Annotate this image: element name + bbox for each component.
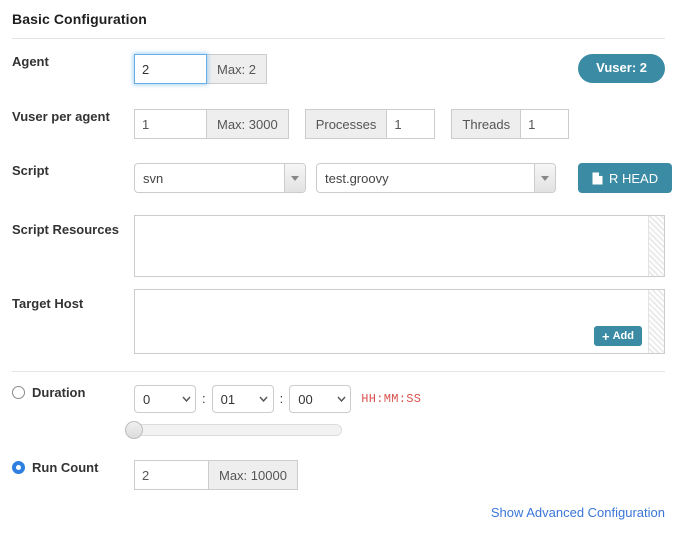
chevron-down-icon — [255, 396, 273, 402]
target-host-scrollbar[interactable] — [648, 290, 664, 353]
duration-hours-select[interactable]: 0 — [134, 385, 196, 413]
document-icon — [592, 172, 603, 185]
run-count-radio-group[interactable]: Run Count — [12, 460, 134, 475]
threads-label: Threads — [451, 109, 521, 139]
threads-input[interactable] — [520, 109, 570, 139]
processes-input-group: Processes — [304, 109, 436, 139]
duration-divider — [12, 371, 665, 372]
agent-max-addon: Max: 2 — [207, 54, 268, 84]
plus-icon: + — [602, 328, 610, 344]
agent-label: Agent — [12, 54, 49, 69]
add-target-host-button[interactable]: + Add — [594, 326, 642, 346]
processes-input[interactable] — [386, 109, 436, 139]
duration-radio-group[interactable]: Duration — [12, 385, 134, 400]
agent-row: Agent Max: 2 Vuser: 2 — [12, 54, 665, 96]
vuser-per-agent-input-group: Max: 3000 — [134, 109, 289, 139]
script-resources-label: Script Resources — [12, 222, 119, 237]
vuser-per-agent-label: Vuser per agent — [12, 109, 110, 124]
script-scm-value: svn — [143, 170, 164, 186]
add-target-host-label: Add — [612, 330, 634, 342]
script-scm-select[interactable]: svn — [134, 163, 306, 193]
run-count-row: Run Count Max: 10000 — [12, 460, 665, 490]
script-file-value: test.groovy — [325, 170, 389, 186]
run-count-input[interactable] — [134, 460, 209, 490]
duration-format-hint: HH:MM:SS — [361, 392, 422, 406]
agent-input-group: Max: 2 — [134, 54, 268, 84]
script-resources-row: Script Resources — [12, 215, 665, 277]
run-count-radio[interactable] — [12, 461, 25, 474]
chevron-down-icon — [332, 396, 350, 402]
duration-label: Duration — [32, 385, 86, 400]
page-title: Basic Configuration — [12, 11, 147, 27]
title-divider — [12, 38, 665, 39]
script-resources-value — [135, 216, 664, 276]
agent-input[interactable] — [134, 54, 207, 84]
target-host-row: Target Host + Add — [12, 289, 665, 354]
target-host-label: Target Host — [12, 296, 84, 311]
duration-minutes-select[interactable]: 01 — [211, 385, 274, 413]
script-row: Script svn test.groovy R HEAD — [12, 163, 673, 207]
vuser-per-agent-input[interactable] — [134, 109, 207, 139]
target-host-textarea[interactable]: + Add — [134, 289, 665, 354]
run-count-label: Run Count — [32, 460, 99, 475]
r-head-button[interactable]: R HEAD — [578, 163, 673, 193]
duration-colon-1: : — [202, 391, 206, 406]
threads-input-group: Threads — [451, 109, 570, 139]
target-host-value — [135, 290, 664, 353]
vuser-per-agent-row: Vuser per agent Max: 3000 Processes Thre… — [12, 109, 665, 149]
script-file-select[interactable]: test.groovy — [316, 163, 556, 193]
basic-configuration-panel: Basic Configuration Agent Max: 2 Vuser: … — [0, 0, 677, 538]
duration-row: Duration 0 : 01 : 00 HH:MM:SS — [12, 385, 665, 439]
show-advanced-configuration-link[interactable]: Show Advanced Configuration — [491, 505, 665, 520]
duration-slider-handle[interactable] — [125, 421, 143, 439]
chevron-down-icon — [177, 396, 195, 402]
run-count-input-group: Max: 10000 — [134, 460, 298, 490]
duration-minutes-value: 01 — [220, 391, 236, 407]
processes-label: Processes — [304, 109, 387, 139]
script-label: Script — [12, 163, 49, 178]
chevron-down-icon — [534, 164, 555, 192]
script-resources-scrollbar[interactable] — [648, 216, 664, 276]
chevron-down-icon — [284, 164, 305, 192]
duration-slider[interactable] — [125, 421, 342, 439]
vuser-badge: Vuser: 2 — [578, 54, 665, 83]
vuser-per-agent-max-addon: Max: 3000 — [207, 109, 289, 139]
script-resources-textarea[interactable] — [134, 215, 665, 277]
duration-hours-value: 0 — [143, 391, 151, 407]
duration-seconds-select[interactable]: 00 — [289, 385, 352, 413]
duration-seconds-value: 00 — [298, 391, 313, 407]
duration-radio[interactable] — [12, 386, 25, 399]
duration-time-selects: 0 : 01 : 00 HH:MM:SS — [134, 385, 421, 413]
run-count-max-addon: Max: 10000 — [209, 460, 298, 490]
r-head-button-label: R HEAD — [609, 170, 659, 186]
duration-colon-2: : — [279, 391, 284, 406]
